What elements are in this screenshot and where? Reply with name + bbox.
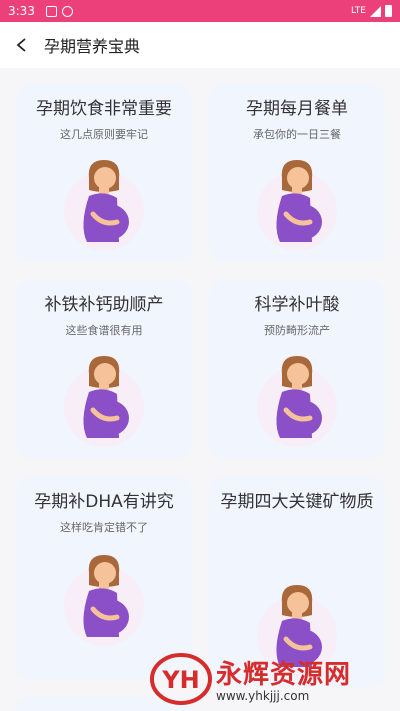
status-time: 3:33 xyxy=(8,4,35,18)
pregnant-woman-icon xyxy=(257,356,337,447)
guide-card[interactable]: 孕期每月餐单 承包你的一日三餐 xyxy=(209,84,385,262)
card-title: 孕期饮食非常重要 xyxy=(36,99,172,119)
signal-icon xyxy=(370,5,381,17)
sync-icon xyxy=(61,5,73,17)
card-subtitle: 这几点原则要牢记 xyxy=(60,128,148,141)
status-bar: 3:33 LTE xyxy=(0,0,400,22)
pregnant-woman-icon xyxy=(257,160,337,251)
network-type: LTE xyxy=(351,6,366,16)
card-subtitle: 这些食谱很有用 xyxy=(65,324,143,337)
card-title: 孕期每月餐单 xyxy=(246,99,348,119)
card-title: 科学补叶酸 xyxy=(254,295,340,315)
watermark-name: 永辉资源网 xyxy=(216,660,352,690)
watermark-logo: YH xyxy=(150,652,212,705)
guide-card[interactable]: 科学补叶酸 预防畸形流产 xyxy=(209,280,385,458)
pregnant-woman-icon xyxy=(64,356,144,447)
pregnant-woman-icon xyxy=(64,160,144,251)
card-subtitle: 预防畸形流产 xyxy=(264,324,330,337)
card-subtitle: 这样吃肯定错不了 xyxy=(60,521,148,534)
battery-icon xyxy=(385,5,392,17)
card-title: 孕期补DHA有讲究 xyxy=(34,492,174,512)
card-title: 孕期四大关键矿物质 xyxy=(220,492,374,512)
card-title: 补铁补钙助顺产 xyxy=(44,295,164,315)
back-button[interactable] xyxy=(0,22,44,68)
guide-card[interactable]: 孕期饮食非常重要 这几点原则要牢记 xyxy=(16,84,192,262)
guide-card[interactable]: 补铁补钙助顺产 这些食谱很有用 xyxy=(16,280,192,458)
card-subtitle: 承包你的一日三餐 xyxy=(253,128,341,141)
app-header: 孕期营养宝典 xyxy=(0,22,400,68)
watermark: YH 永辉资源网 www.yhkjjj.com xyxy=(150,646,400,711)
watermark-url: www.yhkjjj.com xyxy=(216,689,310,703)
pregnant-woman-icon xyxy=(64,555,144,646)
notification-icon xyxy=(45,5,57,17)
chevron-left-icon xyxy=(16,38,26,52)
svg-text:YH: YH xyxy=(161,666,199,694)
page-title: 孕期营养宝典 xyxy=(44,37,141,56)
